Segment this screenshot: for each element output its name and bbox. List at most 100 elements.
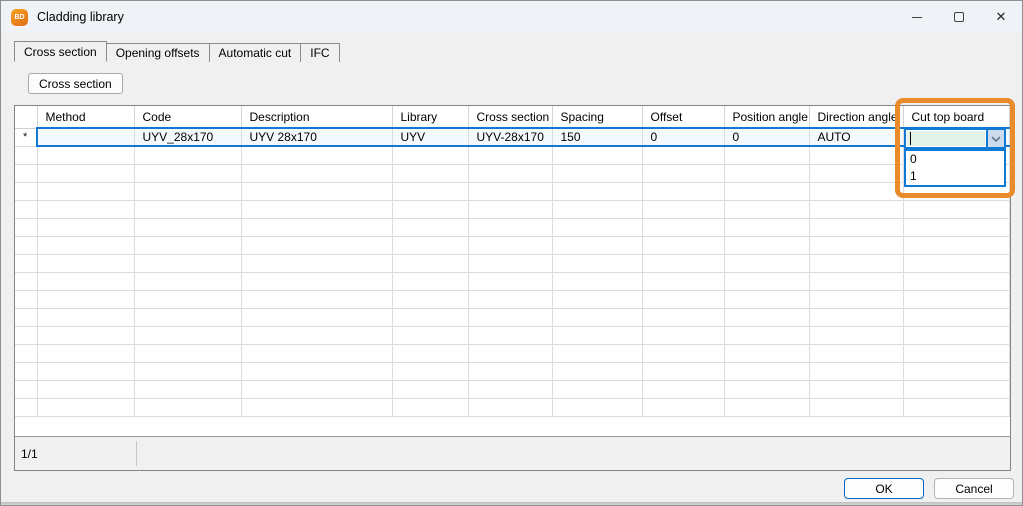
close-button[interactable]: ✕ <box>980 1 1022 33</box>
grid-empty-cell[interactable] <box>134 290 241 308</box>
grid-empty-cell[interactable] <box>724 290 809 308</box>
grid-empty-row-header[interactable] <box>15 308 37 326</box>
grid-empty-cell[interactable] <box>468 326 552 344</box>
grid-empty-cell[interactable] <box>392 398 468 416</box>
tab-opening-offsets[interactable]: Opening offsets <box>107 43 210 62</box>
column-header-method[interactable]: Method <box>37 106 134 128</box>
grid-empty-row-header[interactable] <box>15 182 37 200</box>
grid-empty-cell[interactable] <box>468 398 552 416</box>
grid-empty-cell[interactable] <box>903 344 1009 362</box>
grid-empty-cell[interactable] <box>809 182 903 200</box>
grid-empty-cell[interactable] <box>37 380 134 398</box>
column-header-library[interactable]: Library <box>392 106 468 128</box>
grid-empty-cell[interactable] <box>392 272 468 290</box>
grid-empty-cell[interactable] <box>392 182 468 200</box>
grid-empty-cell[interactable] <box>134 272 241 290</box>
grid-empty-cell[interactable] <box>724 362 809 380</box>
grid-empty-cell[interactable] <box>724 236 809 254</box>
grid-empty-cell[interactable] <box>392 200 468 218</box>
grid-empty-cell[interactable] <box>642 290 724 308</box>
grid-empty-cell[interactable] <box>642 218 724 236</box>
grid-empty-cell[interactable] <box>552 380 642 398</box>
grid-empty-cell[interactable] <box>552 344 642 362</box>
titlebar[interactable]: BD Cladding library ✕ <box>1 1 1022 33</box>
grid-empty-row-header[interactable] <box>15 164 37 182</box>
grid-empty-cell[interactable] <box>724 272 809 290</box>
grid-empty-cell[interactable] <box>134 146 241 164</box>
grid-empty-cell[interactable] <box>37 218 134 236</box>
grid-empty-cell[interactable] <box>903 254 1009 272</box>
grid-empty-cell[interactable] <box>468 164 552 182</box>
grid-empty-cell[interactable] <box>241 398 392 416</box>
grid-empty-cell[interactable] <box>809 164 903 182</box>
grid-empty-cell[interactable] <box>241 272 392 290</box>
column-header-cut-top-board[interactable]: Cut top board <box>903 106 1009 128</box>
grid-empty-cell[interactable] <box>903 326 1009 344</box>
column-header-cross-section[interactable]: Cross section <box>468 106 552 128</box>
grid-empty-cell[interactable] <box>241 308 392 326</box>
grid-empty-cell[interactable] <box>37 164 134 182</box>
grid-empty-cell[interactable] <box>37 326 134 344</box>
grid-empty-cell[interactable] <box>392 218 468 236</box>
grid-empty-cell[interactable] <box>134 308 241 326</box>
grid-empty-cell[interactable] <box>134 326 241 344</box>
grid-empty-cell[interactable] <box>724 326 809 344</box>
grid-empty-cell[interactable] <box>134 362 241 380</box>
grid-empty-cell[interactable] <box>392 308 468 326</box>
grid-empty-cell[interactable] <box>468 344 552 362</box>
cross-section-button[interactable]: Cross section <box>28 73 123 94</box>
grid-empty-cell[interactable] <box>134 398 241 416</box>
grid-empty-cell[interactable] <box>552 200 642 218</box>
grid-empty-cell[interactable] <box>724 146 809 164</box>
grid-empty-cell[interactable] <box>134 254 241 272</box>
grid-empty-cell[interactable] <box>642 200 724 218</box>
grid-empty-cell[interactable] <box>134 164 241 182</box>
grid-empty-cell[interactable] <box>468 200 552 218</box>
grid-empty-cell[interactable] <box>642 380 724 398</box>
grid-empty-row-header[interactable] <box>15 344 37 362</box>
grid-empty-cell[interactable] <box>809 236 903 254</box>
combobox-dropdown-button[interactable] <box>986 130 1004 147</box>
grid-empty-cell[interactable] <box>468 146 552 164</box>
grid-empty-row-header[interactable] <box>15 326 37 344</box>
grid-empty-cell[interactable] <box>468 380 552 398</box>
grid-empty-cell[interactable] <box>241 236 392 254</box>
grid-empty-cell[interactable] <box>392 254 468 272</box>
grid-empty-cell[interactable] <box>642 146 724 164</box>
grid-empty-cell[interactable] <box>642 326 724 344</box>
grid-empty-cell[interactable] <box>809 380 903 398</box>
grid-empty-row-header[interactable] <box>15 254 37 272</box>
cell-library[interactable]: UYV <box>392 128 468 146</box>
grid-empty-cell[interactable] <box>724 380 809 398</box>
grid-empty-cell[interactable] <box>552 308 642 326</box>
grid-empty-cell[interactable] <box>552 182 642 200</box>
grid-empty-cell[interactable] <box>134 218 241 236</box>
grid-empty-cell[interactable] <box>642 344 724 362</box>
grid-empty-cell[interactable] <box>392 326 468 344</box>
tab-cross-section[interactable]: Cross section <box>14 41 107 62</box>
grid-empty-cell[interactable] <box>903 200 1009 218</box>
grid-empty-cell[interactable] <box>809 362 903 380</box>
grid-empty-cell[interactable] <box>468 236 552 254</box>
grid-empty-cell[interactable] <box>642 182 724 200</box>
column-header-offset[interactable]: Offset <box>642 106 724 128</box>
grid-empty-cell[interactable] <box>642 164 724 182</box>
grid-empty-cell[interactable] <box>552 236 642 254</box>
grid-empty-cell[interactable] <box>241 164 392 182</box>
grid-empty-cell[interactable] <box>903 272 1009 290</box>
grid-empty-cell[interactable] <box>809 272 903 290</box>
grid-empty-cell[interactable] <box>809 218 903 236</box>
column-header-code[interactable]: Code <box>134 106 241 128</box>
grid-empty-cell[interactable] <box>37 200 134 218</box>
grid-empty-cell[interactable] <box>724 308 809 326</box>
grid-empty-cell[interactable] <box>392 344 468 362</box>
grid-empty-cell[interactable] <box>468 290 552 308</box>
grid-empty-cell[interactable] <box>642 254 724 272</box>
grid-empty-cell[interactable] <box>241 200 392 218</box>
grid-empty-cell[interactable] <box>468 308 552 326</box>
grid-empty-row-header[interactable] <box>15 218 37 236</box>
grid-empty-cell[interactable] <box>724 164 809 182</box>
grid-empty-cell[interactable] <box>724 398 809 416</box>
grid-empty-row-header[interactable] <box>15 200 37 218</box>
grid-empty-cell[interactable] <box>809 254 903 272</box>
